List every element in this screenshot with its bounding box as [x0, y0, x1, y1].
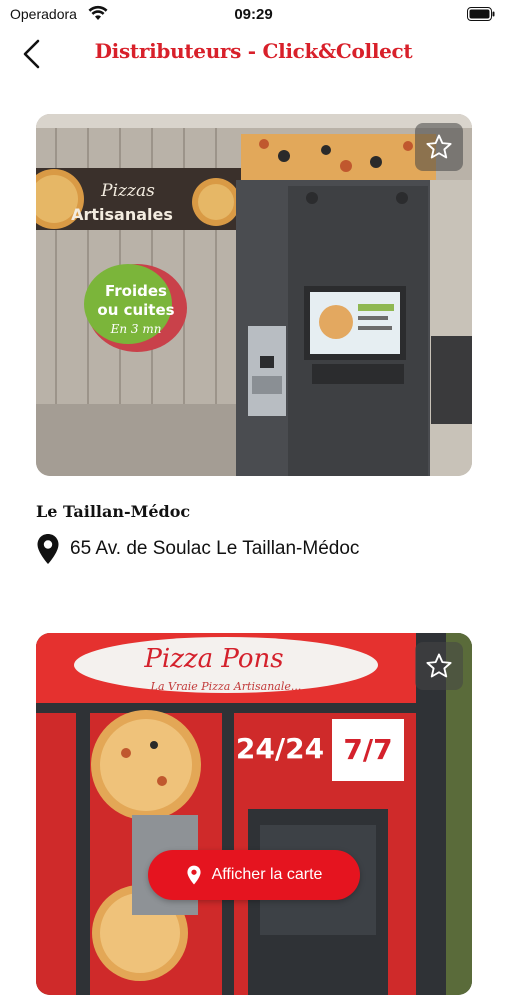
banner-text-2: Artisanales — [71, 205, 173, 224]
address-row: 65 Av. de Soulac Le Taillan-Médoc — [36, 533, 472, 565]
status-bar: Operadora 09:29 — [0, 0, 507, 30]
brand-text: Pizza Pons — [143, 644, 283, 674]
vendor-name: Le Taillan-Médoc — [36, 502, 191, 521]
vendor-photo: Pizzas Artisanales Froides ou cuites En … — [36, 114, 472, 476]
badge-text-2: ou cuites — [97, 301, 174, 319]
page-title: Distributeurs - Click&Collect — [94, 39, 413, 63]
vendor-card[interactable]: Pizzas Artisanales Froides ou cuites En … — [36, 114, 472, 565]
star-outline-icon — [426, 653, 452, 678]
badge-text-1: Froides — [105, 282, 167, 300]
battery-icon — [467, 7, 495, 26]
banner-text-1: Pizzas — [100, 181, 155, 201]
favorite-button[interactable] — [415, 642, 463, 690]
show-map-label: Afficher la carte — [211, 866, 323, 883]
vendor-address: 65 Av. de Soulac Le Taillan-Médoc — [70, 538, 360, 559]
hours-text: 24/24 — [236, 732, 324, 765]
show-map-button[interactable]: Afficher la carte — [148, 850, 360, 900]
days-text: 7/7 — [343, 733, 392, 766]
location-pin-icon — [37, 534, 59, 564]
tagline-text: La Vraie Pizza Artisanale... — [150, 680, 302, 693]
badge-text-3: En 3 mn — [110, 322, 162, 336]
vendor-photo: Pizza Pons La Vraie Pizza Artisanale... … — [36, 633, 472, 995]
clock: 09:29 — [234, 6, 273, 23]
vendor-card[interactable]: Pizza Pons La Vraie Pizza Artisanale... … — [36, 633, 472, 995]
favorite-button[interactable] — [415, 123, 463, 171]
star-outline-icon — [426, 134, 452, 159]
location-pin-icon — [187, 865, 201, 885]
